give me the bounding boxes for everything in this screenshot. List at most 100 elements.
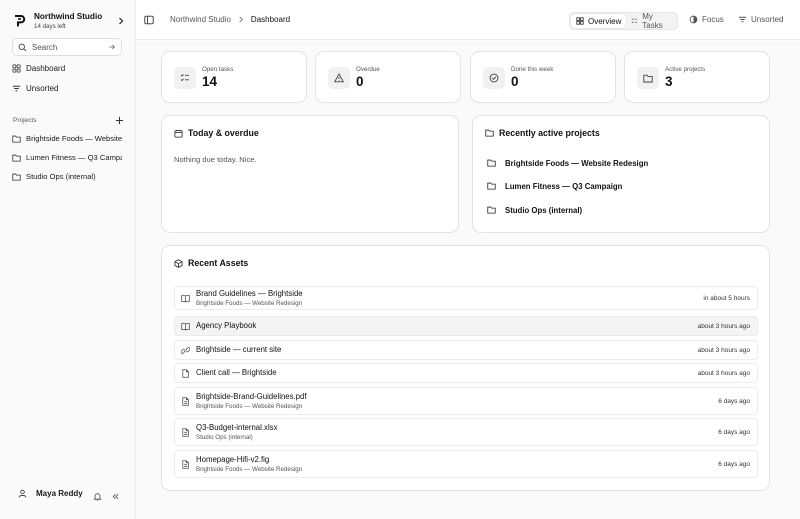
book-icon (181, 322, 190, 331)
breadcrumb-root[interactable]: Northwind Studio (170, 15, 231, 24)
view-switcher: Overview My Tasks (569, 12, 678, 30)
asset-time: about 3 hours ago (697, 369, 750, 377)
filter-icon (12, 85, 21, 91)
nav-unsorted[interactable]: Unsorted (12, 80, 124, 96)
asset-time: about 3 hours ago (697, 346, 750, 354)
tab-my-tasks-label: My Tasks (642, 12, 663, 30)
breadcrumb: Northwind Studio Dashboard (170, 15, 290, 24)
stat-label: Overdue (356, 66, 380, 73)
asset-row[interactable]: Client call — Brightside about 3 hours a… (174, 363, 758, 383)
search-icon (18, 43, 27, 51)
asset-row[interactable]: Brand Guidelines — Brightside Brightside… (174, 286, 758, 310)
file-icon (182, 396, 189, 406)
workspace-switcher[interactable]: Northwind Studio 14 days left (12, 9, 126, 33)
folder-icon (485, 129, 494, 137)
user-menu[interactable]: Maya Reddy (18, 489, 83, 498)
asset-row[interactable]: Brightside-Brand-Guidelines.pdf Brightsi… (174, 387, 758, 415)
recent-projects-card: Recently active projects Brightside Food… (472, 115, 770, 233)
projects-section-label: Projects (13, 117, 37, 124)
calendar-icon (174, 129, 183, 138)
asset-row[interactable]: Q3-Budget-internal.xlsx Studio Ops (inte… (174, 418, 758, 446)
unsorted-button[interactable]: Unsorted (738, 15, 783, 24)
sidebar-project-brightside[interactable]: Brightside Foods — Website Redesign (12, 131, 122, 146)
stat-label: Done this week (511, 66, 554, 73)
folder-icon (12, 173, 21, 181)
folder-icon (12, 135, 21, 143)
folder-icon (643, 74, 653, 82)
recent-project-label: Brightside Foods — Website Redesign (505, 158, 649, 168)
stat-value: 0 (511, 74, 519, 89)
user-name: Maya Reddy (36, 489, 83, 498)
asset-time: 6 days ago (718, 428, 750, 436)
stat-card-active-projects: Active projects 3 (624, 51, 770, 103)
arrow-right-icon (109, 44, 115, 50)
asset-project: Studio Ops (internal) (196, 433, 253, 441)
top-bar: Northwind Studio Dashboard Overview My T… (136, 0, 800, 40)
asset-name: Brand Guidelines — Brightside (196, 288, 303, 298)
asset-project: Brightside Foods — Website Redesign (196, 465, 303, 473)
search-box[interactable] (12, 38, 122, 56)
nav-dashboard[interactable]: Dashboard (12, 60, 124, 76)
add-project-icon[interactable] (115, 116, 124, 125)
book-icon (181, 294, 190, 303)
chevron-right-icon (119, 17, 124, 25)
stat-value: 14 (202, 74, 218, 89)
asset-time: 6 days ago (718, 460, 750, 468)
folder-icon (487, 182, 496, 190)
asset-name: Homepage-Hifi-v2.fig (196, 454, 270, 464)
focus-icon (689, 15, 698, 24)
collapse-sidebar-icon[interactable] (111, 492, 120, 501)
stat-label: Open tasks (202, 66, 234, 73)
sidebar-toggle-icon[interactable] (144, 15, 154, 25)
sidebar-project-studio-ops[interactable]: Studio Ops (internal) (12, 169, 122, 184)
search-input[interactable] (32, 42, 108, 52)
sidebar: Northwind Studio 14 days left Dashboard … (0, 0, 136, 519)
asset-row[interactable]: Homepage-Hifi-v2.fig Brightside Foods — … (174, 450, 758, 478)
recent-project-brightside[interactable]: Brightside Foods — Website Redesign (487, 155, 648, 171)
recent-project-lumen[interactable]: Lumen Fitness — Q3 Campaign (487, 178, 622, 194)
sidebar-project-label: Lumen Fitness — Q3 Campaign (26, 153, 122, 162)
asset-row[interactable]: Brightside — current site about 3 hours … (174, 340, 758, 360)
focus-label: Focus (702, 15, 724, 24)
asset-name: Client call — Brightside (196, 368, 277, 377)
today-title: Today & overdue (188, 128, 259, 138)
nav-unsorted-label: Unsorted (26, 83, 59, 93)
tab-overview-label: Overview (588, 16, 622, 26)
stat-value: 0 (356, 74, 364, 89)
recent-project-label: Lumen Fitness — Q3 Campaign (505, 181, 623, 191)
focus-button[interactable]: Focus (689, 15, 724, 24)
filter-icon (738, 16, 747, 23)
workspace-name: Northwind Studio (34, 12, 103, 21)
asset-time: in about 5 hours (703, 294, 750, 302)
asset-name: Q3-Budget-internal.xlsx (196, 422, 278, 432)
asset-row[interactable]: Agency Playbook about 3 hours ago (174, 316, 758, 336)
recent-projects-title: Recently active projects (499, 128, 600, 138)
today-overdue-card: Today & overdue Nothing due today. Nice. (161, 115, 459, 233)
unsorted-label: Unsorted (751, 15, 784, 24)
tab-my-tasks[interactable]: My Tasks (626, 12, 676, 30)
tab-overview[interactable]: Overview (571, 14, 627, 28)
warning-icon (334, 73, 344, 83)
stat-value: 3 (665, 74, 673, 89)
asset-name: Agency Playbook (196, 321, 257, 330)
recent-assets-card: Recent Assets Brand Guidelines — Brights… (161, 245, 770, 491)
workspace-logo-icon (15, 15, 26, 27)
sidebar-project-lumen[interactable]: Lumen Fitness — Q3 Campaign (12, 150, 122, 165)
grid-icon (576, 17, 584, 25)
file-icon (182, 427, 189, 437)
dashboard-content: Open tasks 14 Overdue 0 Done this week 0… (136, 41, 800, 519)
stat-label: Active projects (665, 66, 706, 73)
package-icon (174, 258, 183, 268)
nav-dashboard-label: Dashboard (26, 63, 66, 73)
recent-assets-title: Recent Assets (188, 258, 249, 268)
bell-icon[interactable] (93, 492, 102, 501)
grid-icon (12, 63, 21, 73)
sidebar-project-label: Brightside Foods — Website Redesign (26, 134, 122, 143)
asset-time: 6 days ago (718, 397, 750, 405)
check-circle-icon (489, 73, 499, 83)
asset-project: Brightside Foods — Website Redesign (196, 402, 303, 410)
link-icon (181, 346, 190, 354)
recent-project-studio-ops[interactable]: Studio Ops (internal) (487, 202, 582, 218)
checklist-icon (180, 74, 189, 82)
asset-time: about 3 hours ago (697, 322, 750, 330)
